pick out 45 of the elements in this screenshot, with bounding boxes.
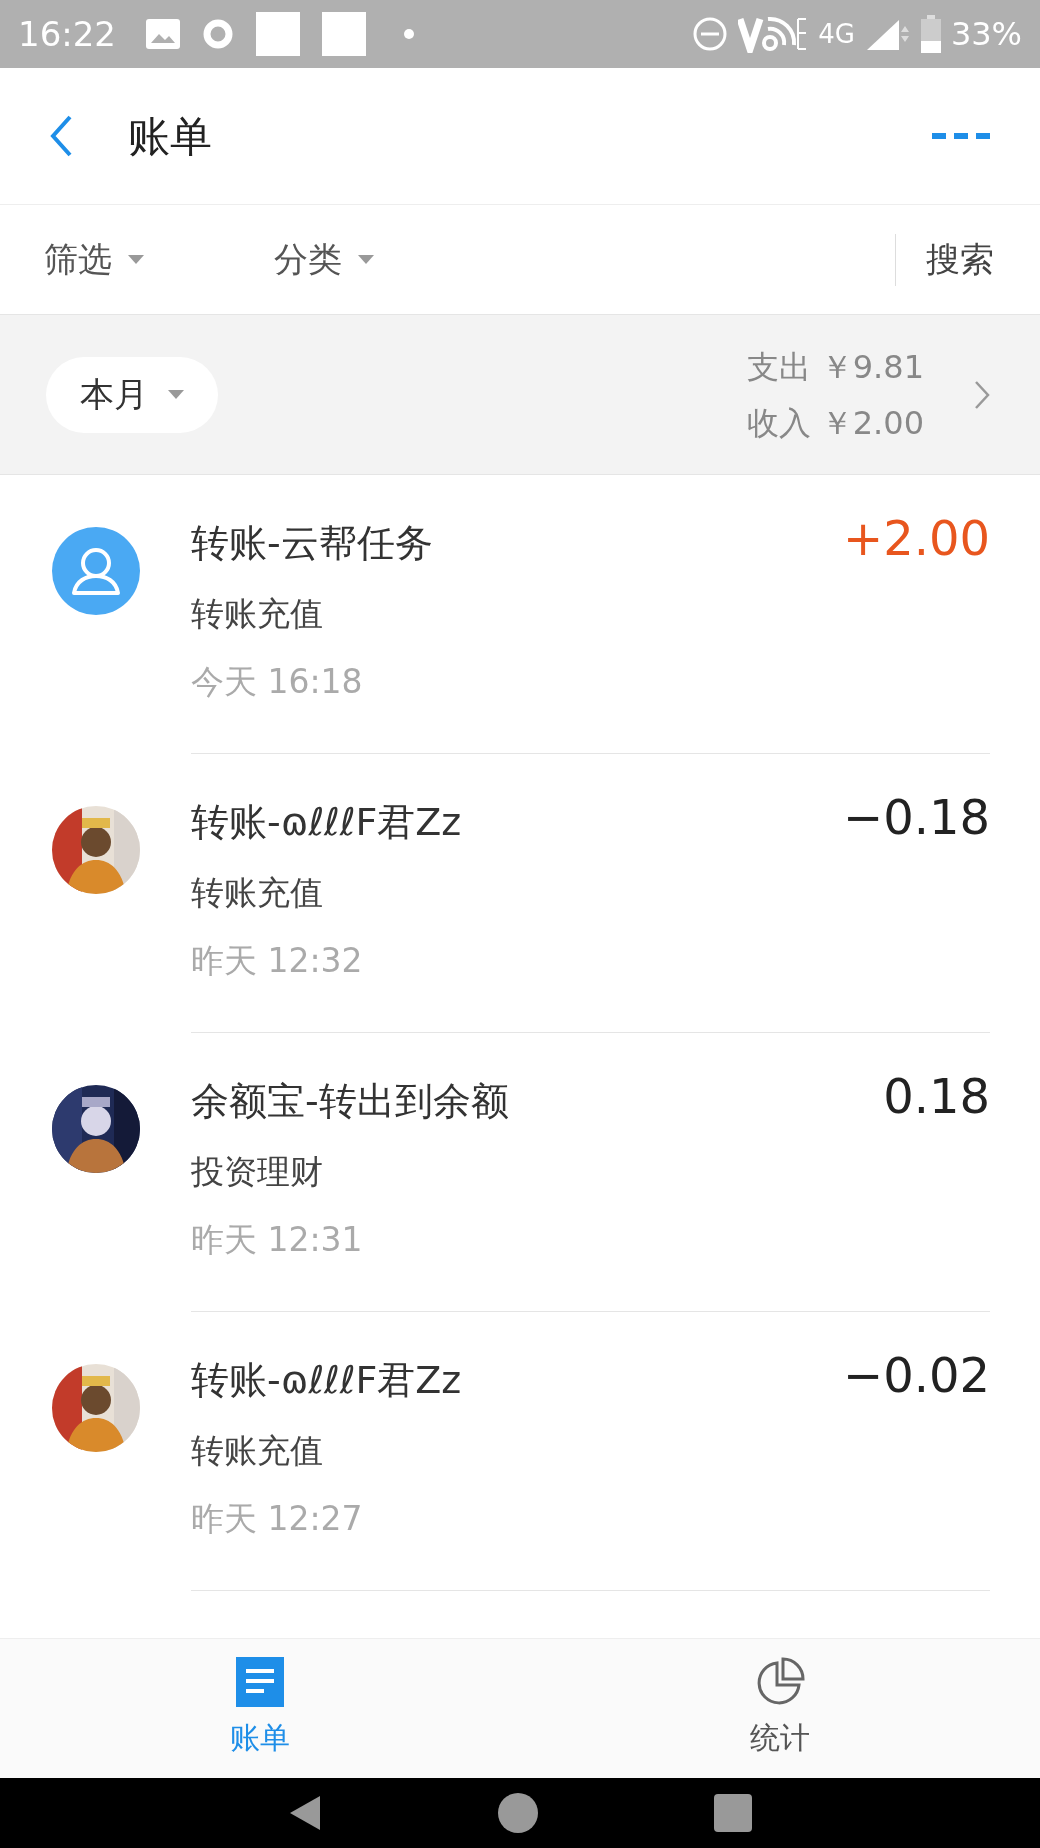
transaction-amount: −0.02 xyxy=(842,1349,990,1401)
transaction-title: 转账-ɷℓℓℓF君Zz xyxy=(191,800,462,844)
transaction-amount: +2.00 xyxy=(842,512,990,564)
transaction-category: 转账充值 xyxy=(191,872,324,914)
do-not-disturb-icon xyxy=(692,16,729,52)
tab-button[interactable]: 统计 xyxy=(520,1639,1040,1778)
home-nav-icon[interactable] xyxy=(497,1792,539,1834)
dropdown-caret-icon xyxy=(128,255,144,264)
battery-percent: 33% xyxy=(950,14,1022,55)
square-icon xyxy=(322,12,366,56)
filter-dropdown[interactable]: 分类 xyxy=(274,234,504,285)
period-dropdown[interactable]: 本月 xyxy=(46,356,218,433)
transaction-time: 昨天 12:32 xyxy=(191,939,364,982)
transaction-category: 转账充值 xyxy=(191,1430,324,1472)
transaction-time: 今天 16:18 xyxy=(191,660,364,703)
volte-icon xyxy=(738,15,809,53)
recents-nav-icon[interactable] xyxy=(714,1794,753,1832)
transaction-category: 转账充值 xyxy=(191,593,324,635)
pie-chart-icon xyxy=(755,1657,805,1707)
ring-icon xyxy=(202,18,234,50)
chevron-right-icon[interactable] xyxy=(974,379,990,410)
transaction-title: 转账-ɷℓℓℓF君Zz xyxy=(191,1358,462,1402)
income-total: 收入 ￥2.00 xyxy=(746,402,924,444)
dropdown-caret-icon xyxy=(358,255,374,264)
list-icon xyxy=(236,1657,284,1707)
square-icon xyxy=(256,12,300,56)
back-icon[interactable] xyxy=(50,115,72,157)
filter-dropdown[interactable]: 筛选 xyxy=(44,234,274,285)
more-icon[interactable] xyxy=(932,131,990,141)
battery-icon xyxy=(920,15,941,53)
transaction-time: 昨天 12:31 xyxy=(191,1218,364,1261)
search-button[interactable]: 搜索 xyxy=(926,234,994,285)
transaction-title: 余额宝-转出到余额 xyxy=(191,1079,509,1123)
image-icon xyxy=(146,19,180,49)
network-type: 4G xyxy=(818,17,855,51)
dropdown-caret-icon xyxy=(168,390,184,399)
transaction-amount: −0.18 xyxy=(842,791,990,843)
status-time: 16:22 xyxy=(18,12,116,56)
page-title: 账单 xyxy=(128,110,212,163)
transaction-time: 昨天 12:27 xyxy=(191,1497,364,1540)
expense-total: 支出 ￥9.81 xyxy=(746,346,924,388)
person-avatar-icon xyxy=(52,527,140,615)
transaction-category: 投资理财 xyxy=(191,1151,324,1193)
transaction-amount: 0.18 xyxy=(883,1070,990,1122)
transaction-title: 转账-云帮任务 xyxy=(191,521,433,565)
